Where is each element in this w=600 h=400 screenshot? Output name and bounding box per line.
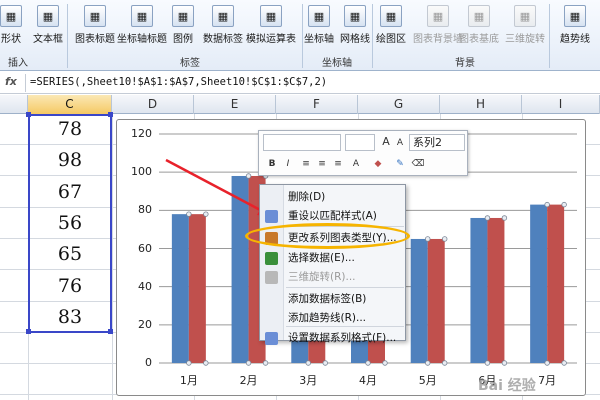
bold-button[interactable]: B: [265, 157, 279, 171]
mini-toolbar: A A 系列2 B I ≡ ≡ ≡ A ◆ ✎ ⌫: [258, 130, 468, 176]
menu-item-0[interactable]: 删除(D): [260, 188, 407, 207]
font-size-field[interactable]: [345, 134, 375, 151]
menu-separator: [286, 326, 404, 327]
font-name-field[interactable]: [263, 134, 341, 151]
menu-item-icon: [265, 271, 278, 284]
align-left-icon[interactable]: ≡: [299, 157, 313, 171]
line-color-icon[interactable]: ✎: [393, 157, 407, 171]
watermark: Bai 经验: [478, 378, 536, 394]
menu-item-icon: [265, 332, 278, 345]
menu-item-label: 添加数据标签(B): [288, 293, 367, 305]
grow-font-button[interactable]: A: [379, 135, 393, 149]
menu-item-label: 三维旋转(R)...: [288, 271, 356, 283]
series-name-field[interactable]: 系列2: [409, 134, 465, 151]
menu-item-3[interactable]: 选择数据(E)...: [260, 249, 407, 268]
context-menu: 删除(D) 重设以匹配样式(A) 更改系列图表类型(Y)... 选择数据(E)... 三…: [259, 184, 407, 345]
menu-item-5[interactable]: 添加数据标签(B): [260, 290, 407, 309]
menu-item-icon: [265, 252, 278, 265]
font-color-icon[interactable]: A: [349, 157, 363, 171]
menu-item-label: 添加趋势线(R)...: [288, 312, 367, 324]
menu-item-label: 删除(D): [288, 191, 326, 203]
highlight-oval: [245, 223, 410, 249]
menu-item-7[interactable]: 设置数据系列格式(F)...: [260, 329, 407, 348]
format-painter-icon[interactable]: ⌫: [411, 157, 425, 171]
italic-button[interactable]: I: [281, 157, 295, 171]
fill-color-icon[interactable]: ◆: [371, 157, 385, 171]
align-right-icon[interactable]: ≡: [331, 157, 345, 171]
menu-separator: [286, 287, 404, 288]
menu-item-icon: [265, 210, 278, 223]
shrink-font-button[interactable]: A: [393, 136, 407, 150]
align-center-icon[interactable]: ≡: [315, 157, 329, 171]
menu-item-label: 设置数据系列格式(F)...: [288, 332, 397, 344]
menu-item-4: 三维旋转(R)...: [260, 268, 407, 287]
menu-item-label: 重设以匹配样式(A): [288, 210, 377, 222]
menu-item-label: 选择数据(E)...: [288, 252, 355, 264]
